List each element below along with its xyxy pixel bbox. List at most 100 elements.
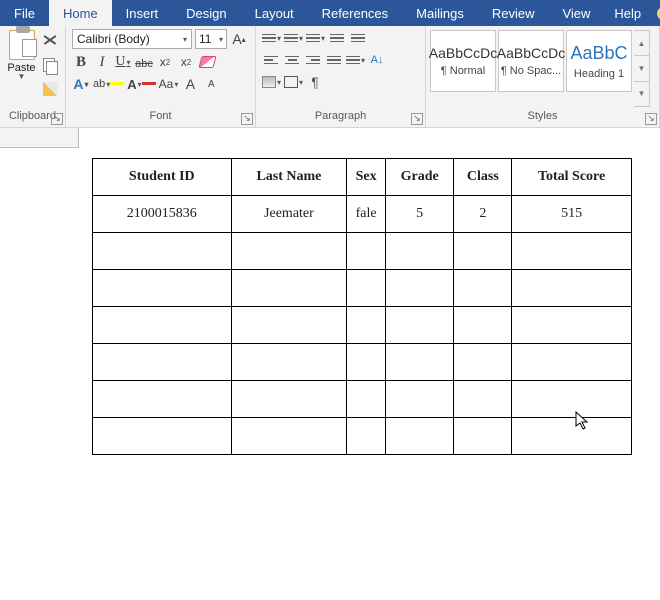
cell[interactable] <box>512 344 632 381</box>
th-grade[interactable]: Grade <box>385 159 454 196</box>
tab-insert[interactable]: Insert <box>112 0 173 26</box>
cell[interactable] <box>347 344 386 381</box>
cell[interactable] <box>93 270 232 307</box>
grow-font2-button[interactable]: A <box>181 75 199 93</box>
cell[interactable] <box>385 381 454 418</box>
multilevel-button[interactable]: ▾ <box>306 29 325 47</box>
styles-launcher[interactable]: ↘ <box>645 113 657 125</box>
show-marks-button[interactable]: ¶ <box>306 73 324 91</box>
th-student-id[interactable]: Student ID <box>93 159 232 196</box>
copy-button[interactable] <box>41 56 59 74</box>
superscript-button[interactable]: x2 <box>177 53 195 71</box>
cell[interactable] <box>512 418 632 455</box>
cell[interactable] <box>347 233 386 270</box>
cell[interactable]: 2100015836 <box>93 196 232 233</box>
cell[interactable] <box>512 233 632 270</box>
th-last-name[interactable]: Last Name <box>231 159 347 196</box>
tell-me[interactable]: T <box>651 0 660 26</box>
cell[interactable] <box>93 307 232 344</box>
paragraph-launcher[interactable]: ↘ <box>411 113 423 125</box>
cell[interactable] <box>93 418 232 455</box>
borders-button[interactable]: ▾ <box>284 73 303 91</box>
cell[interactable] <box>385 270 454 307</box>
justify-button[interactable] <box>325 51 343 69</box>
gallery-down[interactable]: ▼ <box>634 56 649 81</box>
cell[interactable] <box>512 270 632 307</box>
cut-button[interactable] <box>41 32 59 50</box>
font-color-button[interactable]: A▾ <box>127 75 155 93</box>
th-sex[interactable]: Sex <box>347 159 386 196</box>
tab-file[interactable]: File <box>0 0 49 26</box>
underline-button[interactable]: U▾ <box>114 53 132 71</box>
cell[interactable] <box>231 381 347 418</box>
font-size-combo[interactable]: 11▾ <box>195 29 227 49</box>
gallery-up[interactable]: ▲ <box>634 31 649 56</box>
cell[interactable] <box>454 344 512 381</box>
tab-design[interactable]: Design <box>172 0 240 26</box>
cell[interactable] <box>385 418 454 455</box>
tab-help[interactable]: Help <box>604 0 651 26</box>
cell[interactable] <box>454 270 512 307</box>
cell[interactable] <box>347 270 386 307</box>
cell[interactable] <box>231 344 347 381</box>
cell[interactable] <box>385 344 454 381</box>
cell[interactable]: fale <box>347 196 386 233</box>
format-painter-button[interactable] <box>41 80 59 98</box>
tab-mailings[interactable]: Mailings <box>402 0 478 26</box>
cell[interactable] <box>454 381 512 418</box>
text-effects-button[interactable]: A▾ <box>72 75 90 93</box>
tab-home[interactable]: Home <box>49 0 112 26</box>
highlight-button[interactable]: ab▾ <box>93 75 124 93</box>
cell[interactable] <box>512 381 632 418</box>
style-heading1[interactable]: AaBbCHeading 1 <box>566 30 632 92</box>
tab-view[interactable]: View <box>548 0 604 26</box>
cell[interactable]: 5 <box>385 196 454 233</box>
italic-button[interactable]: I <box>93 53 111 71</box>
cell[interactable] <box>93 344 232 381</box>
paste-button[interactable]: Paste ▼ <box>6 30 37 80</box>
cell[interactable] <box>454 233 512 270</box>
line-spacing-button[interactable]: ▾ <box>346 51 365 69</box>
cell[interactable] <box>231 418 347 455</box>
grow-font-button[interactable]: A▴ <box>230 30 248 48</box>
style-normal[interactable]: AaBbCcDc¶ Normal <box>430 30 496 92</box>
clipboard-launcher[interactable]: ↘ <box>51 113 63 125</box>
student-table[interactable]: Student ID Last Name Sex Grade Class Tot… <box>92 158 632 455</box>
page[interactable]: Student ID Last Name Sex Grade Class Tot… <box>80 148 660 600</box>
cell[interactable] <box>93 381 232 418</box>
clear-formatting-button[interactable] <box>198 53 216 71</box>
sort-button[interactable]: A↓ <box>368 51 386 69</box>
cell[interactable]: Jeemater <box>231 196 347 233</box>
cell[interactable] <box>454 307 512 344</box>
strikethrough-button[interactable] <box>135 53 153 71</box>
tab-layout[interactable]: Layout <box>241 0 308 26</box>
cell[interactable] <box>512 307 632 344</box>
align-left-button[interactable] <box>262 51 280 69</box>
numbering-button[interactable]: ▾ <box>284 29 303 47</box>
tab-review[interactable]: Review <box>478 0 549 26</box>
cell[interactable] <box>93 233 232 270</box>
bold-button[interactable]: B <box>72 53 90 71</box>
cell[interactable] <box>385 307 454 344</box>
th-class[interactable]: Class <box>454 159 512 196</box>
bullets-button[interactable]: ▾ <box>262 29 281 47</box>
cell[interactable] <box>347 381 386 418</box>
tab-references[interactable]: References <box>308 0 402 26</box>
cell[interactable] <box>231 270 347 307</box>
cell[interactable] <box>231 233 347 270</box>
align-center-button[interactable] <box>283 51 301 69</box>
align-right-button[interactable] <box>304 51 322 69</box>
cell[interactable] <box>385 233 454 270</box>
shrink-font-button[interactable]: A <box>202 75 220 93</box>
gallery-more[interactable]: ▼ <box>634 82 649 106</box>
th-total-score[interactable]: Total Score <box>512 159 632 196</box>
font-name-combo[interactable]: Calibri (Body)▾ <box>72 29 192 49</box>
change-case-button[interactable]: Aa▾ <box>159 75 179 93</box>
cell[interactable] <box>347 418 386 455</box>
shading-button[interactable]: ▾ <box>262 73 281 91</box>
cell[interactable]: 515 <box>512 196 632 233</box>
cell[interactable]: 2 <box>454 196 512 233</box>
style-no-spacing[interactable]: AaBbCcDc¶ No Spac... <box>498 30 564 92</box>
cell[interactable] <box>347 307 386 344</box>
cell[interactable] <box>231 307 347 344</box>
